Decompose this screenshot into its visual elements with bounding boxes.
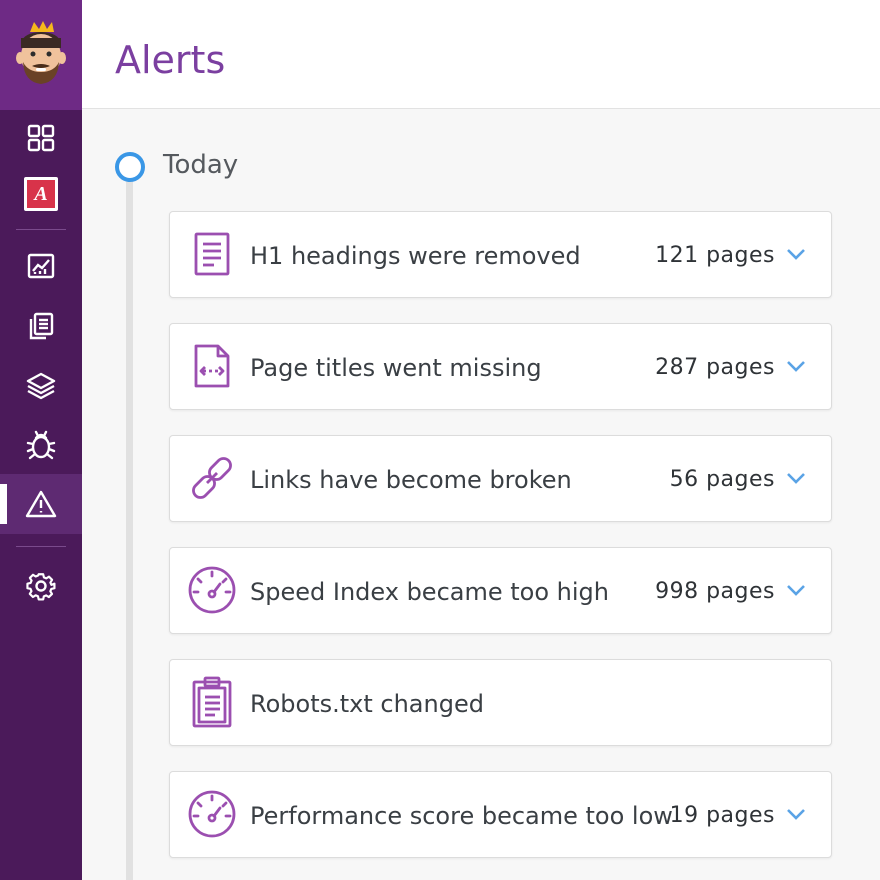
alert-count: 998 pages (655, 579, 775, 604)
speedometer-icon (184, 786, 240, 842)
nav-divider (16, 229, 66, 230)
speedometer-icon (184, 562, 240, 618)
alert-count: 287 pages (655, 355, 775, 380)
alert-card[interactable]: Page titles went missing 287 pages (169, 323, 832, 410)
alert-label: Robots.txt changed (250, 690, 484, 718)
page-title: Alerts (115, 38, 226, 82)
alert-card[interactable]: Links have become broken 56 pages (169, 435, 832, 522)
chevron-down-icon[interactable] (785, 470, 807, 486)
alert-label: Page titles went missing (250, 354, 542, 382)
timeline-day-label: Today (163, 150, 239, 180)
alert-card[interactable]: H1 headings were removed 121 pages (169, 211, 832, 298)
sidebar-item-settings[interactable] (0, 556, 82, 616)
nav-divider (16, 546, 66, 547)
alert-card[interactable]: Performance score became too low 19 page… (169, 771, 832, 858)
link-icon (184, 450, 240, 506)
alert-count: 56 pages (669, 467, 775, 492)
gear-icon (26, 573, 56, 601)
code-file-icon (184, 338, 240, 394)
a-badge-letter: A (27, 180, 55, 208)
alert-label: Performance score became too low (250, 802, 673, 830)
grid-icon (27, 124, 55, 152)
sidebar: A (0, 0, 82, 880)
alert-card[interactable]: Speed Index became too high 998 pages (169, 547, 832, 634)
logo[interactable] (14, 20, 68, 90)
documents-icon (29, 312, 54, 340)
sidebar-item-dashboard[interactable] (0, 108, 82, 168)
layers-icon (26, 372, 56, 400)
warning-icon (25, 490, 57, 518)
timeline-line (126, 178, 133, 880)
chart-icon (27, 253, 55, 279)
alert-count: 19 pages (669, 803, 775, 828)
sidebar-item-bugs[interactable] (0, 414, 82, 474)
timeline-dot (115, 152, 145, 182)
alert-card[interactable]: Robots.txt changed (169, 659, 832, 746)
chevron-down-icon[interactable] (785, 358, 807, 374)
document-icon (184, 226, 240, 282)
bug-icon (26, 430, 56, 460)
a-badge-icon: A (24, 177, 58, 211)
alert-label: Speed Index became too high (250, 578, 609, 606)
chevron-down-icon[interactable] (785, 806, 807, 822)
chevron-down-icon[interactable] (785, 246, 807, 262)
clipboard-icon (184, 674, 240, 730)
alert-label: Links have become broken (250, 466, 572, 494)
alert-count: 121 pages (655, 243, 775, 268)
alert-label: H1 headings were removed (250, 242, 581, 270)
sidebar-item-accessibility[interactable]: A (0, 164, 82, 224)
page-header: Alerts (82, 0, 880, 109)
sidebar-item-layers[interactable] (0, 356, 82, 416)
logo-area (0, 0, 82, 110)
sidebar-item-alerts[interactable] (0, 474, 82, 534)
sidebar-item-analytics[interactable] (0, 236, 82, 296)
chevron-down-icon[interactable] (785, 582, 807, 598)
sidebar-item-pages[interactable] (0, 296, 82, 356)
